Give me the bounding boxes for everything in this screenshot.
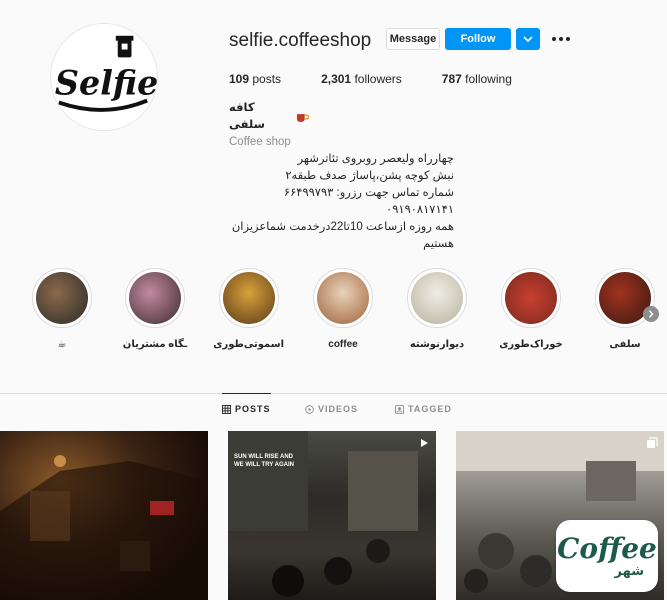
followers-count: 2,301 [321,72,352,86]
bio-line: ۰۹۱۹۰۸۱۷۱۴۱ [386,204,454,216]
highlights-next-button[interactable] [643,306,659,322]
selfie-logo: Selfie [51,24,157,130]
highlight-label: ☕ [57,339,67,350]
tabs-divider [0,393,667,394]
post-image [0,455,208,600]
grid-icon [222,404,231,414]
highlight-cover [129,272,181,324]
post-caption: SUN WILL RISE AND WE WILL TRY AGAIN [234,454,294,468]
dot-icon [552,37,556,41]
highlight-label: خوراک‌طوری [499,339,563,350]
tab-videos[interactable]: VIDEOS [305,404,358,414]
watermark-title: Coffee [557,532,657,565]
tag-user-icon [395,404,404,414]
highlight-label: دیوارنوشته [409,339,465,350]
carousel-icon [647,437,658,448]
profile-category: Coffee shop [229,136,291,148]
logo-text: Selfie [55,64,157,103]
highlight-label: سلفی [609,339,641,350]
highlight-ring [313,268,373,328]
highlight-ring [407,268,467,328]
highlight-cover [411,272,463,324]
bio-line: شماره تماس جهت رزرو: ۶۶۴۹۹۷۹۳ [283,187,454,199]
follow-button[interactable]: Follow [445,28,511,50]
profile-avatar[interactable]: Selfie [50,23,158,131]
posts-label: posts [252,72,282,86]
tab-posts[interactable]: POSTS [222,393,271,414]
highlight-item[interactable]: خوراک‌طوری [496,268,566,350]
coffee-cup-icon [297,114,309,122]
chevron-down-icon [523,36,533,43]
highlight-ring [219,268,279,328]
bio-line: چهارراه ولیعصر روبروی تئاترشهر [297,153,454,165]
highlight-ring [501,268,561,328]
following-label: following [465,72,512,86]
tab-videos-label: VIDEOS [318,404,359,414]
reel-icon [421,439,428,447]
message-button[interactable]: Message [386,28,440,50]
highlight-cover [223,272,275,324]
highlight-label: coffee [328,339,358,350]
coffeeshahr-watermark: Coffee شهر [556,520,658,592]
highlight-cover [317,272,369,324]
following-count: 787 [441,72,462,86]
highlight-label: اسموتی‌طوری [213,339,284,350]
post-thumbnail[interactable]: SUN WILL RISE AND WE WILL TRY AGAIN [228,431,436,600]
highlight-cover [505,272,557,324]
full-name-text: کافه سلفی [229,102,265,131]
bio-line: هستیم [423,238,454,250]
more-options-button[interactable] [552,32,570,46]
story-highlights: ☕ ـگاه مشتریان اسموتی‌طوری coffee دیوارن… [0,268,667,368]
highlight-item[interactable]: ـگاه مشتریان [120,268,190,350]
bio-line: همه روزه ازساعت 10تا22درخدمت شماعزیزان [231,221,454,233]
suggested-accounts-button[interactable] [516,28,540,50]
tab-tagged-label: TAGGED [408,404,452,414]
followers-stat[interactable]: 2,301 followers [321,72,402,86]
highlight-item[interactable]: دیوارنوشته [402,268,472,350]
posts-count: 109 [229,72,250,86]
dot-icon [559,37,563,41]
posts-stat: 109 posts [229,72,281,86]
highlight-item[interactable]: coffee [308,268,378,350]
profile-username: selfie.coffeeshop [229,30,372,51]
profile-full-name: کافه سلفی [229,100,309,134]
profile-bio: کافه سلفی Coffee shop چهارراه ولیعصر روب… [229,100,469,253]
video-icon [305,404,314,414]
followers-label: followers [354,72,402,86]
highlight-item[interactable]: ☕ [27,268,97,350]
post-thumbnail[interactable] [0,431,208,600]
dot-icon [566,37,570,41]
profile-header: Selfie selfie.coffeeshop Message Follow … [0,0,667,260]
chevron-right-icon [648,310,654,318]
highlight-item[interactable]: اسموتی‌طوری [213,268,284,350]
highlight-ring [125,268,185,328]
highlight-cover [36,272,88,324]
highlight-label: ـگاه مشتریان [122,339,188,350]
tab-posts-label: POSTS [235,404,271,414]
highlight-ring [32,268,92,328]
profile-stats: 109 posts 2,301 followers 787 following [229,72,552,86]
following-stat[interactable]: 787 following [442,72,512,86]
tab-tagged[interactable]: TAGGED [395,404,452,414]
bio-line: نبش کوچه پشن،پاساژ صدف طبقه۲ [285,170,454,182]
watermark-subtitle: شهر [614,563,644,578]
